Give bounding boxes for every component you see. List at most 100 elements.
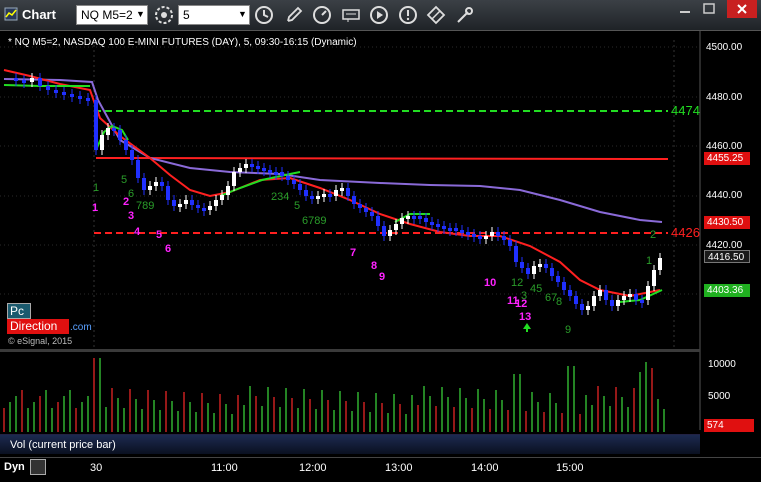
candle-body bbox=[196, 205, 200, 208]
candle-body bbox=[532, 266, 536, 274]
candle-body bbox=[160, 182, 164, 186]
candle-body bbox=[358, 204, 362, 208]
count-label: 789 bbox=[136, 200, 155, 212]
candle-body bbox=[118, 130, 122, 140]
candle-body bbox=[280, 172, 284, 176]
candle-body bbox=[652, 270, 656, 286]
candle-body bbox=[142, 178, 146, 190]
candle-body bbox=[658, 258, 662, 270]
candle-body bbox=[454, 228, 458, 231]
price-tag-last: 4416.50 bbox=[704, 250, 750, 263]
candle-body bbox=[46, 86, 50, 90]
alert-icon[interactable] bbox=[397, 4, 419, 26]
interval-dropdown-icon[interactable]: ▼ bbox=[238, 9, 247, 19]
candle-body bbox=[550, 268, 554, 276]
count-label: 234 bbox=[271, 191, 290, 203]
time-label: 30 bbox=[90, 462, 103, 474]
logo-pc: Pc bbox=[7, 303, 31, 319]
candle-body bbox=[298, 184, 302, 190]
candle-body bbox=[322, 194, 326, 197]
candle-body bbox=[520, 262, 524, 268]
candle-body bbox=[190, 200, 194, 205]
candle-body bbox=[502, 236, 506, 240]
volume-current-tag: 574 bbox=[704, 419, 754, 432]
candle-body bbox=[370, 212, 374, 216]
candle-body bbox=[268, 170, 272, 173]
candle-body bbox=[430, 222, 434, 225]
count-label: 45 bbox=[530, 283, 543, 295]
time-label: 13:00 bbox=[385, 462, 413, 474]
candle-body bbox=[304, 190, 308, 196]
volume-tick-10000: 10000 bbox=[708, 359, 736, 370]
candle-body bbox=[214, 200, 218, 206]
time-label: 12:00 bbox=[299, 462, 327, 474]
candle-body bbox=[604, 290, 608, 300]
count-label: 1 bbox=[92, 202, 99, 214]
candle-body bbox=[316, 196, 320, 199]
price-tick-4440: 4440.00 bbox=[706, 190, 743, 201]
candle-body bbox=[514, 246, 518, 262]
title-bar: Chart NQ M5=2 ▼ 5 ▼ bbox=[0, 0, 761, 31]
count-label: 3 bbox=[128, 210, 135, 222]
close-icon[interactable] bbox=[727, 0, 757, 18]
price-tick-4460: 4460.00 bbox=[706, 141, 743, 152]
candle-body bbox=[388, 230, 392, 236]
pencil-icon[interactable] bbox=[283, 4, 305, 26]
candle-body bbox=[508, 240, 512, 246]
settings-icon[interactable] bbox=[454, 4, 476, 26]
candle-body bbox=[418, 216, 422, 219]
price-tag-resistance: 4455.25 bbox=[704, 152, 750, 165]
candle-body bbox=[256, 166, 260, 169]
candle-body bbox=[538, 264, 542, 267]
count-label: 6 bbox=[165, 243, 172, 255]
count-label: 1 bbox=[93, 182, 100, 194]
candle-body bbox=[220, 195, 224, 200]
candle-body bbox=[62, 92, 66, 95]
candle-body bbox=[100, 135, 104, 150]
maximize-icon[interactable] bbox=[698, 0, 720, 18]
candle-body bbox=[148, 186, 152, 190]
play-icon[interactable] bbox=[368, 4, 390, 26]
candle-body bbox=[292, 180, 296, 184]
candle-body bbox=[406, 216, 410, 219]
clock-icon[interactable] bbox=[253, 4, 275, 26]
resistance-line bbox=[95, 157, 669, 160]
candle-body bbox=[154, 182, 158, 186]
candle-body bbox=[112, 128, 116, 131]
candle-body bbox=[478, 236, 482, 239]
level-4474-label: 4474 bbox=[671, 103, 700, 118]
candle-body bbox=[106, 128, 110, 135]
quote-icon[interactable] bbox=[340, 4, 362, 26]
candle-body bbox=[598, 290, 602, 296]
candle-body bbox=[442, 226, 446, 229]
candle-body bbox=[136, 160, 140, 178]
candle-body bbox=[466, 232, 470, 235]
symbol-dropdown-icon[interactable]: ▼ bbox=[136, 9, 145, 19]
price-chart[interactable] bbox=[0, 31, 761, 457]
candle-body bbox=[262, 168, 266, 171]
candle-body bbox=[460, 230, 464, 233]
gear-icon[interactable] bbox=[154, 5, 174, 25]
minimize-icon[interactable] bbox=[674, 0, 696, 18]
zoom-icon[interactable] bbox=[30, 459, 46, 475]
candle-body bbox=[328, 194, 332, 197]
candle-body bbox=[412, 216, 416, 219]
link-icon[interactable] bbox=[425, 4, 447, 26]
candle-body bbox=[646, 286, 650, 300]
price-tag-green-avg: 4403.36 bbox=[704, 284, 750, 297]
volume-tick-5000: 5000 bbox=[708, 391, 731, 402]
count-label: 2 bbox=[123, 196, 130, 208]
candle-body bbox=[232, 172, 236, 186]
candle-body bbox=[178, 204, 182, 207]
candle-body bbox=[238, 168, 242, 172]
speedometer-icon[interactable] bbox=[311, 4, 333, 26]
price-tick-4480: 4480.00 bbox=[706, 92, 743, 103]
candle-body bbox=[14, 78, 18, 81]
count-label: 12 bbox=[511, 277, 524, 289]
candle-body bbox=[70, 94, 74, 97]
candle-body bbox=[352, 196, 356, 204]
candle-body bbox=[94, 100, 98, 150]
level-4426-label: 4426 bbox=[671, 225, 700, 240]
candle-body bbox=[634, 294, 638, 300]
candle-body bbox=[38, 78, 42, 86]
